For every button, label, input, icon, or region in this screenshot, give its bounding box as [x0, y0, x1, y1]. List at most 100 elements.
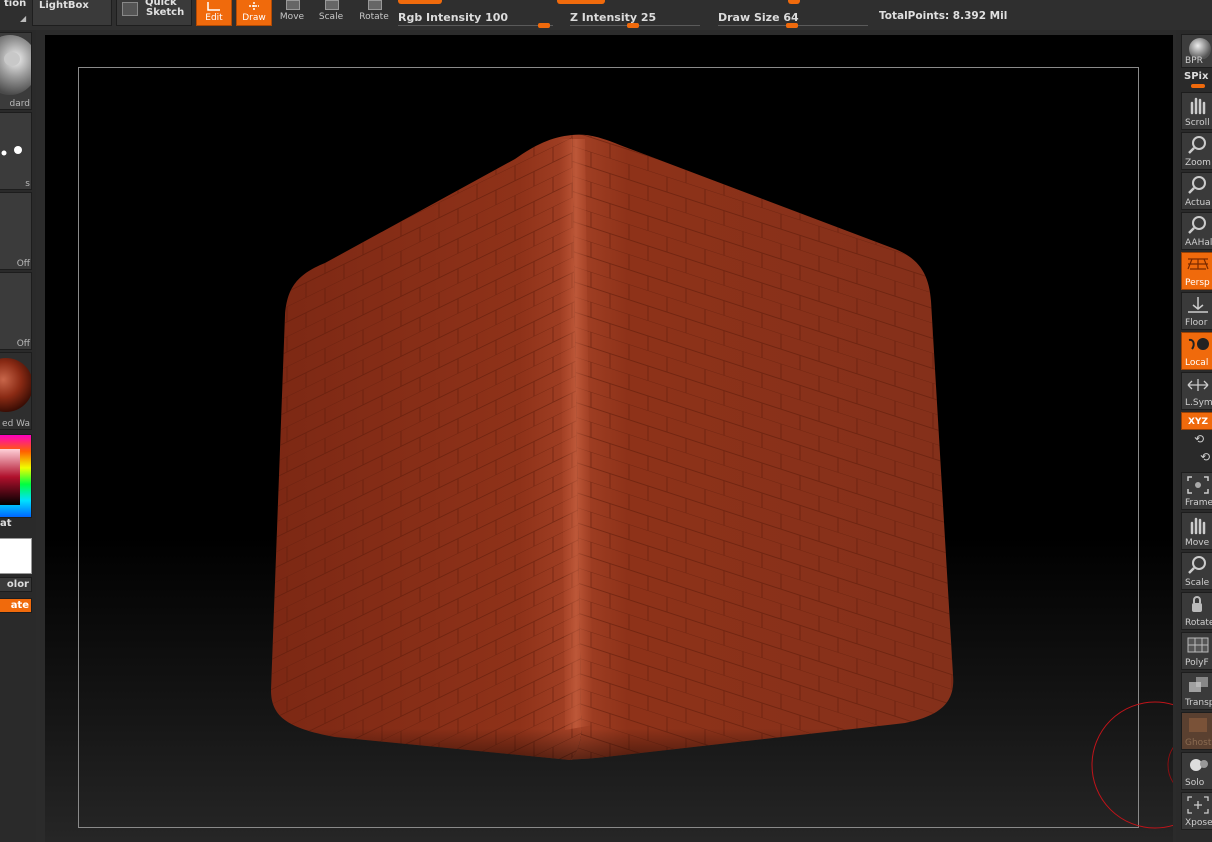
switch-color-button[interactable]: olor [0, 577, 32, 592]
local-transform-icon [1188, 338, 1209, 350]
rotate-view-button[interactable]: Rotate [1181, 592, 1212, 630]
lightbox-label: LightBox [39, 0, 89, 11]
secondary-color-swatch[interactable] [0, 538, 32, 574]
xpose-button[interactable]: Xpose [1181, 792, 1212, 830]
lightbox-button[interactable]: LightBox [32, 0, 112, 26]
zadd-toggle-indicator[interactable] [557, 0, 605, 4]
stroke-selector[interactable]: s [0, 112, 32, 190]
polyframe-button[interactable]: PolyF [1181, 632, 1212, 670]
xyz-label: XYZ [1188, 417, 1208, 427]
solo-spheres-icon [1190, 759, 1208, 771]
brick-cube-model[interactable] [45, 35, 1173, 842]
edit-icon [207, 2, 220, 11]
floor-button[interactable]: Floor [1181, 292, 1212, 330]
edit-button[interactable]: Edit [196, 0, 232, 26]
solo-label: Solo [1185, 778, 1205, 788]
draw-button[interactable]: Draw [236, 0, 272, 26]
zoom-button[interactable]: Zoom [1181, 132, 1212, 170]
local-button[interactable]: Local [1181, 332, 1212, 370]
move-view-button[interactable]: Move [1181, 512, 1212, 550]
quick-sketch-button[interactable]: Quick Sketch [116, 0, 192, 26]
symmetry-arrows-icon [1187, 379, 1209, 391]
brush-selector[interactable]: dard [0, 32, 32, 110]
scroll-label: Scroll [1185, 118, 1210, 128]
actual-size-button[interactable]: Actua [1181, 172, 1212, 210]
solo-button[interactable]: Solo [1181, 752, 1212, 790]
scale-view-button[interactable]: Scale [1181, 552, 1212, 590]
material-sphere-icon [0, 358, 31, 412]
rotate-tool-button[interactable]: Rotate [355, 0, 393, 26]
ghost-icon [1189, 718, 1207, 732]
bpr-label: BPR [1185, 56, 1203, 66]
brush-label: dard [9, 99, 30, 109]
magnifier-icon [1188, 176, 1206, 194]
frame-label: Frame [1185, 498, 1212, 508]
aahalf-label: AAHal [1185, 238, 1212, 248]
spix-knob[interactable] [1191, 84, 1205, 88]
material-selector[interactable]: ed Wa [0, 352, 32, 430]
transparency-icon [1189, 677, 1208, 692]
z-intensity-slider[interactable]: Z Intensity 25 [570, 6, 700, 30]
texture-label: Off [16, 339, 30, 349]
alpha-selector[interactable]: Off [0, 192, 32, 270]
frame-button[interactable]: Frame [1181, 472, 1212, 510]
draw-size-slider[interactable]: Draw Size 64 [718, 6, 868, 30]
transp-label: Transp [1185, 698, 1212, 708]
lsym-button[interactable]: L.Sym [1181, 372, 1212, 410]
xpose-arrows-icon [1187, 796, 1209, 814]
top-toolbar: tion ◢ LightBox Quick Sketch Edit Draw M… [0, 0, 1212, 30]
stroke-label: s [25, 179, 30, 189]
dropdown-arrow-icon[interactable]: ◢ [20, 14, 26, 23]
move-tool-button[interactable]: Move [276, 0, 308, 26]
xyz-rotate-button[interactable]: XYZ [1181, 412, 1212, 430]
color-gradient-picker[interactable] [0, 435, 32, 517]
draw-size-knob[interactable] [786, 23, 798, 28]
rgb-intensity-slider[interactable]: Rgb Intensity 100 [398, 6, 553, 30]
z-intensity-knob[interactable] [627, 23, 639, 28]
scroll-button[interactable]: Scroll [1181, 92, 1212, 130]
spix-slider[interactable]: SPix [1181, 70, 1212, 88]
rotate-color-button[interactable]: ate [0, 598, 32, 613]
rotate-icon [368, 0, 382, 10]
ghost-button[interactable]: Ghost [1181, 712, 1212, 750]
left-shelf: dard s Off Off ed Wa at olor ate [0, 30, 36, 842]
color-picker[interactable] [0, 434, 32, 518]
move-icon [286, 0, 300, 10]
move-label: Move [279, 12, 305, 22]
total-points-readout: TotalPoints: 8.392 Mil [879, 10, 1008, 22]
document-canvas[interactable] [45, 35, 1173, 842]
polygon-grid-icon [1187, 637, 1209, 653]
rgb-intensity-track [398, 25, 553, 26]
standard-brush-icon [0, 35, 31, 95]
hand-icon [1190, 517, 1206, 535]
rgb-intensity-knob[interactable] [538, 23, 550, 28]
actual-label: Actua [1185, 198, 1211, 208]
sketch-icon [122, 2, 138, 16]
scale-tool-button[interactable]: Scale [314, 0, 348, 26]
floor-label: Floor [1185, 318, 1208, 328]
focal-shift-knob[interactable] [788, 0, 800, 4]
draw-label: Draw [242, 13, 266, 23]
draw-size-label: Draw Size 64 [718, 11, 799, 24]
texture-selector[interactable]: Off [0, 272, 32, 350]
mrgb-toggle-indicator[interactable] [398, 0, 442, 4]
bpr-render-button[interactable]: BPR [1181, 34, 1212, 68]
transparency-button[interactable]: Transp [1181, 672, 1212, 710]
floor-icon [1188, 297, 1208, 313]
perspective-button[interactable]: Persp [1181, 252, 1212, 290]
z-intensity-label: Z Intensity 25 [570, 11, 657, 24]
local-label: Local [1185, 358, 1209, 368]
z-rotate-button[interactable]: ⟲ [1200, 450, 1210, 464]
rgb-intensity-label: Rgb Intensity 100 [398, 11, 509, 24]
perspective-grid-icon [1187, 258, 1209, 270]
truncated-menu-label: tion [4, 0, 27, 9]
dots-stroke-icon [1, 146, 22, 156]
rotate-label: Rotate [359, 12, 389, 22]
rotate-lock-icon [1192, 596, 1202, 612]
magnifier-icon [1188, 136, 1206, 154]
y-rotate-button[interactable]: ⟲ [1194, 432, 1204, 446]
scale-label: Scale [318, 12, 344, 22]
aahalf-button[interactable]: AAHal [1181, 212, 1212, 250]
draw-icon [249, 2, 259, 10]
frame-corners-icon [1187, 476, 1209, 494]
